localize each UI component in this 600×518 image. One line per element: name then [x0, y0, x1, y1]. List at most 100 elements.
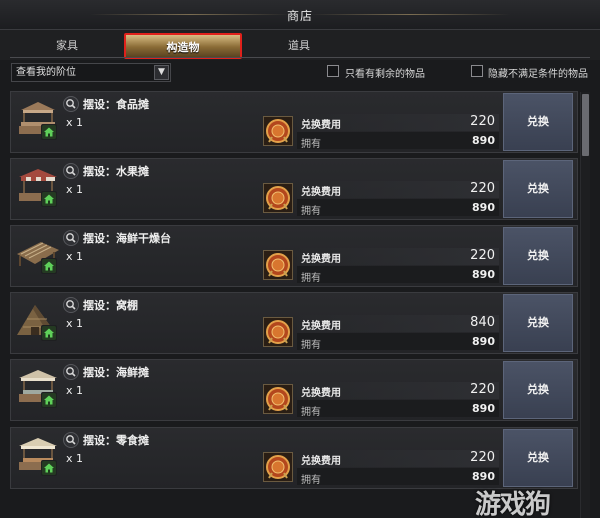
owned-line: 拥有 890: [297, 266, 499, 284]
magnifier-icon[interactable]: [63, 432, 79, 448]
house-icon: [41, 460, 57, 476]
cost-label: 兑换费用: [301, 254, 341, 265]
owned-line: 拥有 890: [297, 333, 499, 351]
owned-label: 拥有: [301, 139, 321, 150]
cost-label: 兑换费用: [301, 456, 341, 467]
cost-line: 兑换费用 220: [297, 181, 499, 198]
list-item: 摆设：窝棚 x 1 兑换费用 840 拥有 890 兑换: [10, 292, 578, 354]
cost-panel: 兑换费用 220 拥有 890: [263, 450, 499, 486]
snack-stall-icon: [13, 432, 63, 478]
magnifier-icon[interactable]: [63, 364, 79, 380]
cost-line: 兑换费用 220: [297, 114, 499, 131]
cost-line: 兑换费用 840: [297, 315, 499, 332]
list-item: 摆设：食品摊 x 1 兑换费用 220 拥有 890 兑换: [10, 91, 578, 153]
item-name: 摆设：水果摊: [83, 165, 149, 178]
tab-structures[interactable]: 构造物: [124, 33, 242, 59]
item-name: 摆设：食品摊: [83, 98, 149, 111]
fruit-stall-icon: [13, 163, 63, 209]
food-stall-icon: [13, 96, 63, 142]
house-icon: [41, 325, 57, 341]
list-item: 摆设：海鲜摊 x 1 兑换费用 220 拥有 890 兑换: [10, 359, 578, 421]
magnifier-icon[interactable]: [63, 96, 79, 112]
owned-value: 890: [472, 470, 495, 483]
exchange-button[interactable]: 兑换: [503, 294, 573, 352]
owned-label: 拥有: [301, 475, 321, 486]
currency-coin-icon: [263, 452, 293, 482]
house-icon: [41, 191, 57, 207]
exchange-button[interactable]: 兑换: [503, 227, 573, 285]
tab-divider: [10, 57, 590, 58]
filter-row: 查看我的阶位 ▼ 只看有剩余的物品 隐藏不满足条件的物品: [0, 61, 600, 85]
tab-furniture[interactable]: 家具: [8, 33, 126, 59]
title-ornament-left: [90, 14, 290, 15]
cost-panel: 兑换费用 220 拥有 890: [263, 248, 499, 284]
currency-coin-icon: [263, 384, 293, 414]
cost-panel: 兑换费用 220 拥有 890: [263, 382, 499, 418]
item-name: 摆设：零食摊: [83, 434, 149, 447]
currency-coin-icon: [263, 250, 293, 280]
tier-dropdown[interactable]: 查看我的阶位 ▼: [11, 63, 171, 82]
owned-label: 拥有: [301, 273, 321, 284]
tab-items[interactable]: 道具: [240, 33, 358, 59]
cost-panel: 兑换费用 220 拥有 890: [263, 114, 499, 150]
owned-value: 890: [472, 402, 495, 415]
exchange-button[interactable]: 兑换: [503, 160, 573, 218]
title-ornament-right: [310, 14, 510, 15]
house-icon: [41, 392, 57, 408]
list-item: 摆设：零食摊 x 1 兑换费用 220 拥有 890 兑换: [10, 427, 578, 489]
owned-value: 890: [472, 134, 495, 147]
item-name: 摆设：海鲜摊: [83, 366, 149, 379]
magnifier-icon[interactable]: [63, 297, 79, 313]
owned-value: 890: [472, 268, 495, 281]
owned-line: 拥有 890: [297, 400, 499, 418]
cost-line: 兑换费用 220: [297, 450, 499, 467]
item-quantity: x 1: [66, 250, 84, 263]
currency-coin-icon: [263, 116, 293, 146]
cost-label: 兑换费用: [301, 187, 341, 198]
watermark-logo: 游戏狗: [475, 490, 551, 518]
exchange-button[interactable]: 兑换: [503, 93, 573, 151]
exchange-button[interactable]: 兑换: [503, 361, 573, 419]
item-name: 摆设：海鲜干燥台: [83, 232, 171, 245]
chevron-down-icon[interactable]: ▼: [154, 65, 169, 80]
magnifier-icon[interactable]: [63, 163, 79, 179]
cost-line: 兑换费用 220: [297, 248, 499, 265]
hide-unmet-label: 隐藏不满足条件的物品: [488, 69, 588, 80]
hide-unmet-checkbox[interactable]: [471, 65, 483, 77]
drying-rack-icon: [13, 230, 63, 276]
house-icon: [41, 124, 57, 140]
owned-value: 890: [472, 201, 495, 214]
cost-value: 220: [470, 248, 495, 263]
cost-panel: 兑换费用 220 拥有 890: [263, 181, 499, 217]
cost-value: 220: [470, 382, 495, 397]
only-remaining-label: 只看有剩余的物品: [345, 69, 425, 80]
item-quantity: x 1: [66, 116, 84, 129]
currency-coin-icon: [263, 317, 293, 347]
exchange-button[interactable]: 兑换: [503, 429, 573, 487]
currency-coin-icon: [263, 183, 293, 213]
owned-line: 拥有 890: [297, 199, 499, 217]
item-quantity: x 1: [66, 317, 84, 330]
cost-line: 兑换费用 220: [297, 382, 499, 399]
shack-icon: [13, 297, 63, 343]
list-item: 摆设：水果摊 x 1 兑换费用 220 拥有 890 兑换: [10, 158, 578, 220]
house-icon: [41, 258, 57, 274]
item-list: 摆设：食品摊 x 1 兑换费用 220 拥有 890 兑换 摆设：水果摊 x 1…: [10, 91, 578, 518]
category-tabs: 家具 构造物 道具: [0, 30, 600, 60]
cost-value: 220: [470, 450, 495, 465]
owned-label: 拥有: [301, 206, 321, 217]
scrollbar-thumb[interactable]: [582, 94, 589, 156]
list-item: 摆设：海鲜干燥台 x 1 兑换费用 220 拥有 890 兑换: [10, 225, 578, 287]
only-remaining-checkbox[interactable]: [327, 65, 339, 77]
cost-value: 220: [470, 181, 495, 196]
cost-label: 兑换费用: [301, 321, 341, 332]
item-quantity: x 1: [66, 452, 84, 465]
item-quantity: x 1: [66, 384, 84, 397]
cost-value: 840: [470, 315, 495, 330]
magnifier-icon[interactable]: [63, 230, 79, 246]
window-title-bar: 商店: [0, 0, 600, 30]
item-quantity: x 1: [66, 183, 84, 196]
scrollbar[interactable]: [580, 92, 590, 518]
owned-line: 拥有 890: [297, 468, 499, 486]
cost-label: 兑换费用: [301, 388, 341, 399]
